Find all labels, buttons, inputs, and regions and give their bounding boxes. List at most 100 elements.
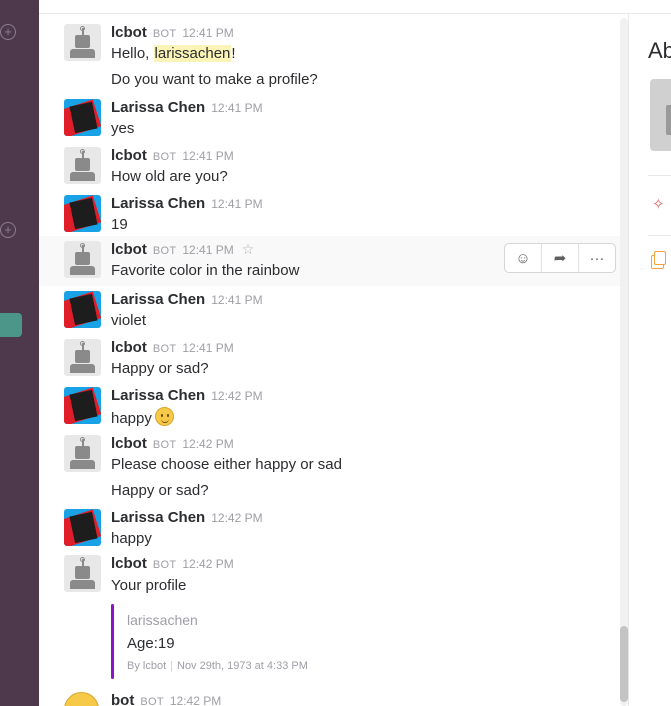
message-header: Larissa Chen 12:42 PM	[111, 509, 263, 526]
bot-badge: BOT	[140, 696, 164, 706]
message-header: lcbot BOT 12:42 PM	[111, 555, 234, 572]
message-actions-toolbar: ☺ ➦ ···	[504, 243, 616, 273]
add-direct-message-icon[interactable]: +	[0, 222, 16, 238]
bot-avatar[interactable]	[64, 339, 101, 376]
text-segment: !	[231, 45, 236, 62]
sender-name[interactable]: Larissa Chen	[111, 509, 205, 526]
message-header: lcbot BOT 12:41 PM	[111, 339, 234, 356]
message-header: Larissa Chen 12:41 PM	[111, 195, 263, 212]
footer-separator: |	[170, 660, 173, 672]
right-panel-title: Ab	[648, 38, 671, 63]
scrollbar-thumb[interactable]	[620, 626, 628, 702]
message-item: bot BOT 12:42 PM	[39, 690, 621, 706]
message-text: happy	[111, 407, 174, 427]
add-reaction-icon: ☺	[515, 249, 531, 267]
add-channel-icon[interactable]: +	[0, 24, 16, 40]
message-header: lcbot BOT 12:42 PM	[111, 435, 234, 452]
message-text: Please choose either happy or sad	[111, 456, 342, 473]
message-header: Larissa Chen 12:41 PM	[111, 99, 263, 116]
attachment-color-bar	[111, 604, 114, 679]
star-icon[interactable]: ☆	[242, 241, 255, 257]
message-text: violet	[111, 312, 147, 329]
message-item: lcbot BOT 12:41 PM Happy or sad?	[39, 336, 621, 384]
sender-name[interactable]: lcbot	[111, 435, 147, 452]
attachment-author: By lcbot	[127, 660, 167, 672]
message-header: lcbot BOT 12:41 PM	[111, 24, 234, 41]
sender-name[interactable]: bot	[111, 692, 134, 706]
share-message-button[interactable]: ➦	[542, 244, 579, 272]
timestamp[interactable]: 12:42 PM	[182, 437, 233, 451]
timestamp[interactable]: 12:41 PM	[182, 243, 233, 257]
sender-name[interactable]: lcbot	[111, 339, 147, 356]
message-item: Larissa Chen 12:41 PM violet	[39, 288, 621, 336]
sender-name[interactable]: Larissa Chen	[111, 99, 205, 116]
add-reaction-button[interactable]: ☺	[505, 244, 542, 272]
sender-name[interactable]: Larissa Chen	[111, 195, 205, 212]
bot-avatar[interactable]	[64, 555, 101, 592]
message-text: Do you want to make a profile?	[111, 71, 318, 88]
timestamp[interactable]: 12:42 PM	[170, 694, 221, 706]
bot-emoji-avatar[interactable]	[64, 692, 99, 706]
panel-divider	[648, 175, 671, 176]
message-text: Favorite color in the rainbow	[111, 262, 300, 279]
user-avatar[interactable]	[64, 509, 101, 546]
message-text: How old are you?	[111, 168, 228, 185]
timestamp[interactable]: 12:41 PM	[211, 197, 262, 211]
message-text: yes	[111, 120, 135, 137]
bot-badge: BOT	[152, 245, 177, 257]
timestamp[interactable]: 12:41 PM	[182, 341, 233, 355]
attachment-date: Nov 29th, 1973 at 4:33 PM	[177, 660, 308, 672]
panel-divider	[648, 235, 671, 236]
bot-badge: BOT	[152, 151, 177, 163]
message-header: bot BOT 12:42 PM	[111, 692, 221, 706]
message-list: lcbot BOT 12:41 PM Hello, larissachen! Do …	[39, 14, 621, 706]
message-item: lcbot BOT 12:41 PM How old are you?	[39, 144, 621, 192]
bot-avatar[interactable]	[64, 147, 101, 184]
sender-name[interactable]: lcbot	[111, 241, 147, 258]
bot-badge: BOT	[152, 559, 177, 571]
attachment-title: larissachen	[127, 612, 198, 628]
bot-avatar[interactable]	[64, 24, 101, 61]
sender-name[interactable]: lcbot	[111, 24, 147, 41]
timestamp[interactable]: 12:41 PM	[211, 293, 262, 307]
message-text: Happy or sad?	[111, 482, 209, 499]
timestamp[interactable]: 12:42 PM	[211, 511, 262, 525]
attachment-footer: By lcbot | Nov 29th, 1973 at 4:33 PM	[127, 660, 308, 672]
right-panel: Ab ✧	[628, 14, 671, 706]
scrollbar-track[interactable]	[620, 18, 628, 706]
message-text: 19	[111, 216, 128, 233]
user-avatar[interactable]	[64, 387, 101, 424]
user-avatar[interactable]	[64, 99, 101, 136]
message-text: Hello, larissachen!	[111, 45, 236, 62]
sender-name[interactable]: lcbot	[111, 147, 147, 164]
message-item: lcbot BOT 12:42 PM Please choose either ha…	[39, 432, 621, 506]
share-icon: ➦	[553, 250, 567, 267]
more-icon: ···	[589, 249, 605, 267]
user-mention[interactable]: larissachen	[153, 45, 232, 62]
timestamp[interactable]: 12:42 PM	[182, 557, 233, 571]
bot-avatar[interactable]	[64, 435, 101, 472]
more-actions-button[interactable]: ···	[579, 244, 615, 272]
workspace-sidebar: + +	[0, 0, 39, 706]
timestamp[interactable]: 12:41 PM	[182, 149, 233, 163]
user-avatar[interactable]	[64, 291, 101, 328]
shared-files-icon[interactable]	[651, 251, 666, 269]
timestamp[interactable]: 12:41 PM	[211, 101, 262, 115]
bot-badge: BOT	[152, 343, 177, 355]
message-text: happy	[111, 530, 152, 547]
pin-icon[interactable]: ✧	[652, 195, 665, 213]
sender-name[interactable]: Larissa Chen	[111, 291, 205, 308]
bot-badge: BOT	[152, 28, 177, 40]
active-channel-indicator[interactable]	[0, 313, 22, 337]
sender-name[interactable]: lcbot	[111, 555, 147, 572]
text-segment: happy	[111, 410, 152, 427]
message-item: lcbot BOT 12:41 PM Hello, larissachen! Do …	[39, 14, 621, 96]
message-header: Larissa Chen 12:41 PM	[111, 291, 263, 308]
bot-avatar[interactable]	[64, 241, 101, 278]
sender-name[interactable]: Larissa Chen	[111, 387, 205, 404]
timestamp[interactable]: 12:41 PM	[182, 26, 233, 40]
user-avatar[interactable]	[64, 195, 101, 232]
message-item: Larissa Chen 12:42 PM happy	[39, 384, 621, 432]
timestamp[interactable]: 12:42 PM	[211, 389, 262, 403]
message-item: Larissa Chen 12:42 PM happy	[39, 506, 621, 554]
